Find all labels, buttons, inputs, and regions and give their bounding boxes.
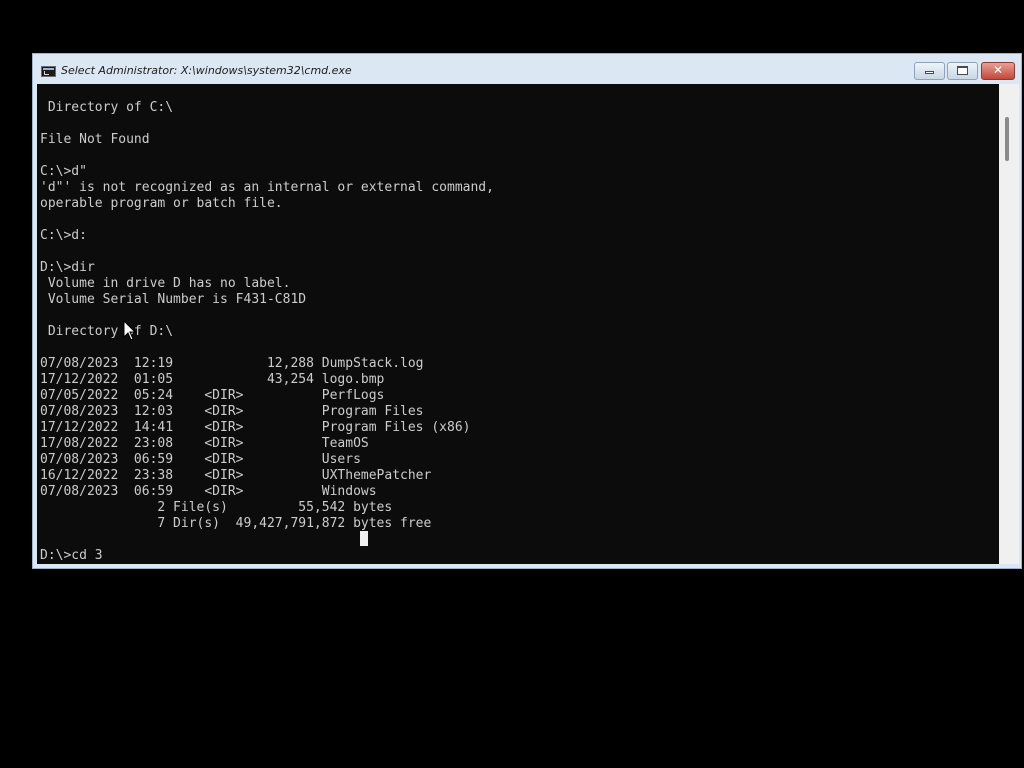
close-icon: ✕ [992, 63, 1004, 77]
console-line: 7 Dir(s) 49,427,791,872 bytes free [40, 516, 432, 531]
cmd-icon[interactable] [41, 66, 56, 77]
console-line: 16/12/2022 23:38 <DIR> UXThemePatcher [40, 468, 432, 483]
console-line: 'd"' is not recognized as an internal or… [40, 180, 494, 195]
console-line: 07/05/2022 05:24 <DIR> PerfLogs [40, 388, 385, 403]
minimize-button[interactable] [914, 62, 945, 80]
console-line: 07/08/2023 12:03 <DIR> Program Files [40, 404, 424, 419]
console-line: D:\>dir [40, 260, 95, 275]
console-line: C:\>d: [40, 228, 87, 243]
console-line: Directory of C:\ [40, 100, 174, 115]
console-line: 17/08/2022 23:08 <DIR> TeamOS [40, 436, 369, 451]
scrollbar-thumb[interactable] [1005, 117, 1009, 161]
console-line: Directory of D:\ [40, 324, 174, 339]
vertical-scrollbar[interactable] [999, 84, 1019, 564]
console-line: Volume in drive D has no label. [40, 276, 291, 291]
window-title: Select Administrator: X:\windows\system3… [61, 64, 352, 77]
console-line: D:\>cd 3 [40, 548, 103, 563]
maximize-icon [957, 66, 968, 75]
console-line: 07/08/2023 06:59 <DIR> Users [40, 452, 361, 467]
console-line: C:\>d" [40, 164, 87, 179]
console-line: 2 File(s) 55,542 bytes [40, 500, 393, 515]
cmd-window: Select Administrator: X:\windows\system3… [32, 53, 1022, 569]
console-line: File Not Found [40, 132, 150, 147]
console-line: operable program or batch file. [40, 196, 283, 211]
close-button[interactable]: ✕ [981, 62, 1015, 80]
mouse-pointer-icon [123, 320, 137, 341]
console-line: 17/12/2022 01:05 43,254 logo.bmp [40, 372, 385, 387]
console-line: 07/08/2023 12:19 12,288 DumpStack.log [40, 356, 424, 371]
console-line: 17/12/2022 14:41 <DIR> Program Files (x8… [40, 420, 471, 435]
console-line: 07/08/2023 06:59 <DIR> Windows [40, 484, 377, 499]
console-line: Volume Serial Number is F431-C81D [40, 292, 307, 307]
minimize-icon [925, 71, 934, 74]
console-output[interactable]: Directory of C:\ File Not Found C:\>d"'d"'… [37, 84, 999, 564]
title-bar[interactable]: Select Administrator: X:\windows\system3… [33, 54, 1021, 84]
text-cursor [360, 531, 368, 546]
maximize-button[interactable] [947, 62, 978, 80]
